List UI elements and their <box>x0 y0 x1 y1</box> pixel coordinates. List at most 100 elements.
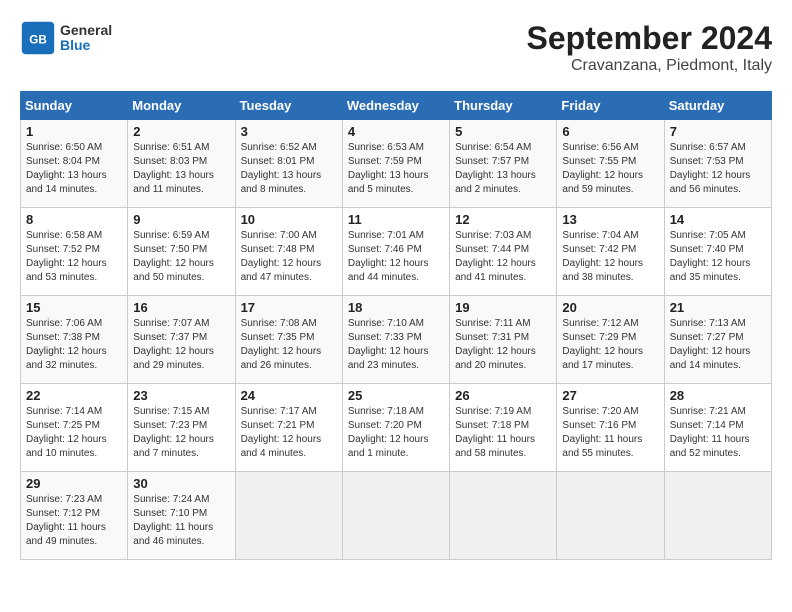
day-number: 10 <box>241 212 337 227</box>
day-number: 13 <box>562 212 658 227</box>
calendar-day: 28Sunrise: 7:21 AM Sunset: 7:14 PM Dayli… <box>664 384 771 472</box>
weekday-saturday: Saturday <box>664 92 771 120</box>
calendar-day: 18 Sunrise: 7:10 AM Sunset: 7:33 PM Dayli… <box>342 296 449 384</box>
calendar-day: 5Sunrise: 6:54 AM Sunset: 7:57 PM Daylig… <box>450 120 557 208</box>
calendar-day: 11Sunrise: 7:01 AM Sunset: 7:46 PM Dayli… <box>342 208 449 296</box>
day-number: 18 <box>348 300 444 315</box>
day-info: Sunrise: 6:52 AM Sunset: 8:01 PM Dayligh… <box>241 141 337 197</box>
title-block: September 2024 Cravanzana, Piedmont, Ita… <box>527 20 772 75</box>
day-number: 2 <box>133 124 229 139</box>
day-info: Sunrise: 6:58 AM Sunset: 7:52 PM Dayligh… <box>26 229 122 285</box>
location: Cravanzana, Piedmont, Italy <box>527 57 772 75</box>
month-title: September 2024 <box>527 20 772 57</box>
day-info: Sunrise: 7:23 AM Sunset: 7:12 PM Dayligh… <box>26 493 122 549</box>
calendar-day: 16 Sunrise: 7:07 AM Sunset: 7:37 PM Dayli… <box>128 296 235 384</box>
day-info: Sunrise: 6:57 AM Sunset: 7:53 PM Dayligh… <box>670 141 766 197</box>
logo-icon: GB <box>20 20 56 56</box>
calendar-day: 23 Sunrise: 7:15 AM Sunset: 7:23 PM Dayli… <box>128 384 235 472</box>
day-info: Sunrise: 7:21 AM Sunset: 7:14 PM Dayligh… <box>670 405 766 461</box>
calendar-day: 15 Sunrise: 7:06 AM Sunset: 7:38 PM Dayli… <box>21 296 128 384</box>
day-number: 27 <box>562 388 658 403</box>
day-number: 24 <box>241 388 337 403</box>
day-info: Sunrise: 7:06 AM Sunset: 7:38 PM Dayligh… <box>26 317 122 373</box>
day-info: Sunrise: 6:51 AM Sunset: 8:03 PM Dayligh… <box>133 141 229 197</box>
calendar-day: 25 Sunrise: 7:18 AM Sunset: 7:20 PM Dayli… <box>342 384 449 472</box>
day-number: 14 <box>670 212 766 227</box>
day-number: 19 <box>455 300 551 315</box>
weekday-wednesday: Wednesday <box>342 92 449 120</box>
day-info: Sunrise: 7:24 AM Sunset: 7:10 PM Dayligh… <box>133 493 229 549</box>
day-number: 11 <box>348 212 444 227</box>
calendar-table: SundayMondayTuesdayWednesdayThursdayFrid… <box>20 91 772 560</box>
day-info: Sunrise: 6:50 AM Sunset: 8:04 PM Dayligh… <box>26 141 122 197</box>
calendar-week-1: 1 Sunrise: 6:50 AM Sunset: 8:04 PM Daylig… <box>21 120 772 208</box>
day-info: Sunrise: 6:56 AM Sunset: 7:55 PM Dayligh… <box>562 141 658 197</box>
calendar-day: 29 Sunrise: 7:23 AM Sunset: 7:12 PM Dayli… <box>21 472 128 560</box>
day-info: Sunrise: 7:03 AM Sunset: 7:44 PM Dayligh… <box>455 229 551 285</box>
calendar-day: 12Sunrise: 7:03 AM Sunset: 7:44 PM Dayli… <box>450 208 557 296</box>
day-info: Sunrise: 7:19 AM Sunset: 7:18 PM Dayligh… <box>455 405 551 461</box>
day-info: Sunrise: 7:20 AM Sunset: 7:16 PM Dayligh… <box>562 405 658 461</box>
calendar-week-4: 22 Sunrise: 7:14 AM Sunset: 7:25 PM Dayli… <box>21 384 772 472</box>
day-number: 17 <box>241 300 337 315</box>
day-info: Sunrise: 6:59 AM Sunset: 7:50 PM Dayligh… <box>133 229 229 285</box>
day-info: Sunrise: 7:18 AM Sunset: 7:20 PM Dayligh… <box>348 405 444 461</box>
calendar-day <box>450 472 557 560</box>
day-number: 3 <box>241 124 337 139</box>
calendar-day: 10 Sunrise: 7:00 AM Sunset: 7:48 PM Dayli… <box>235 208 342 296</box>
calendar-day: 27 Sunrise: 7:20 AM Sunset: 7:16 PM Dayli… <box>557 384 664 472</box>
day-info: Sunrise: 7:11 AM Sunset: 7:31 PM Dayligh… <box>455 317 551 373</box>
calendar-day <box>557 472 664 560</box>
day-info: Sunrise: 7:04 AM Sunset: 7:42 PM Dayligh… <box>562 229 658 285</box>
weekday-friday: Friday <box>557 92 664 120</box>
svg-text:GB: GB <box>29 33 47 46</box>
logo: GB General Blue <box>20 20 112 56</box>
calendar-day: 20Sunrise: 7:12 AM Sunset: 7:29 PM Dayli… <box>557 296 664 384</box>
day-number: 21 <box>670 300 766 315</box>
day-info: Sunrise: 7:15 AM Sunset: 7:23 PM Dayligh… <box>133 405 229 461</box>
calendar-week-3: 15 Sunrise: 7:06 AM Sunset: 7:38 PM Dayli… <box>21 296 772 384</box>
day-number: 30 <box>133 476 229 491</box>
calendar-body: 1 Sunrise: 6:50 AM Sunset: 8:04 PM Daylig… <box>21 120 772 560</box>
calendar-day: 8 Sunrise: 6:58 AM Sunset: 7:52 PM Daylig… <box>21 208 128 296</box>
calendar-day: 4Sunrise: 6:53 AM Sunset: 7:59 PM Daylig… <box>342 120 449 208</box>
calendar-day: 13 Sunrise: 7:04 AM Sunset: 7:42 PM Dayli… <box>557 208 664 296</box>
day-info: Sunrise: 7:10 AM Sunset: 7:33 PM Dayligh… <box>348 317 444 373</box>
calendar-day: 7Sunrise: 6:57 AM Sunset: 7:53 PM Daylig… <box>664 120 771 208</box>
day-info: Sunrise: 7:00 AM Sunset: 7:48 PM Dayligh… <box>241 229 337 285</box>
calendar-day: 9Sunrise: 6:59 AM Sunset: 7:50 PM Daylig… <box>128 208 235 296</box>
day-info: Sunrise: 7:07 AM Sunset: 7:37 PM Dayligh… <box>133 317 229 373</box>
page-header: GB General Blue September 2024 Cravanzan… <box>20 20 772 75</box>
calendar-day: 14Sunrise: 7:05 AM Sunset: 7:40 PM Dayli… <box>664 208 771 296</box>
weekday-thursday: Thursday <box>450 92 557 120</box>
calendar-day <box>342 472 449 560</box>
weekday-monday: Monday <box>128 92 235 120</box>
weekday-tuesday: Tuesday <box>235 92 342 120</box>
day-info: Sunrise: 6:54 AM Sunset: 7:57 PM Dayligh… <box>455 141 551 197</box>
calendar-day: 26Sunrise: 7:19 AM Sunset: 7:18 PM Dayli… <box>450 384 557 472</box>
calendar-day <box>235 472 342 560</box>
calendar-day: 3 Sunrise: 6:52 AM Sunset: 8:01 PM Daylig… <box>235 120 342 208</box>
day-number: 8 <box>26 212 122 227</box>
day-number: 1 <box>26 124 122 139</box>
calendar-week-2: 8 Sunrise: 6:58 AM Sunset: 7:52 PM Daylig… <box>21 208 772 296</box>
calendar-day: 17Sunrise: 7:08 AM Sunset: 7:35 PM Dayli… <box>235 296 342 384</box>
day-number: 23 <box>133 388 229 403</box>
day-number: 22 <box>26 388 122 403</box>
calendar-day: 1 Sunrise: 6:50 AM Sunset: 8:04 PM Daylig… <box>21 120 128 208</box>
weekday-header-row: SundayMondayTuesdayWednesdayThursdayFrid… <box>21 92 772 120</box>
calendar-day: 21Sunrise: 7:13 AM Sunset: 7:27 PM Dayli… <box>664 296 771 384</box>
day-number: 25 <box>348 388 444 403</box>
weekday-sunday: Sunday <box>21 92 128 120</box>
day-info: Sunrise: 7:12 AM Sunset: 7:29 PM Dayligh… <box>562 317 658 373</box>
day-info: Sunrise: 6:53 AM Sunset: 7:59 PM Dayligh… <box>348 141 444 197</box>
calendar-day: 2 Sunrise: 6:51 AM Sunset: 8:03 PM Daylig… <box>128 120 235 208</box>
day-info: Sunrise: 7:14 AM Sunset: 7:25 PM Dayligh… <box>26 405 122 461</box>
calendar-day: 22 Sunrise: 7:14 AM Sunset: 7:25 PM Dayli… <box>21 384 128 472</box>
day-info: Sunrise: 7:17 AM Sunset: 7:21 PM Dayligh… <box>241 405 337 461</box>
day-number: 29 <box>26 476 122 491</box>
calendar-day: 6Sunrise: 6:56 AM Sunset: 7:55 PM Daylig… <box>557 120 664 208</box>
calendar-week-5: 29 Sunrise: 7:23 AM Sunset: 7:12 PM Dayli… <box>21 472 772 560</box>
day-number: 15 <box>26 300 122 315</box>
day-number: 16 <box>133 300 229 315</box>
